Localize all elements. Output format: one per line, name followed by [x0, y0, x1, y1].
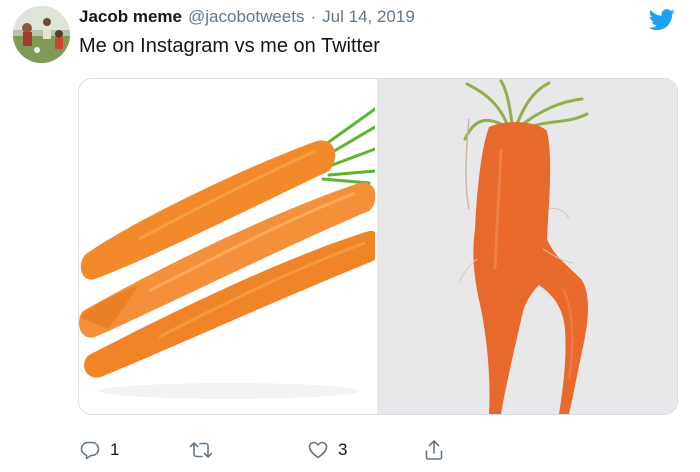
- avatar[interactable]: [13, 6, 70, 63]
- retweet-icon: [189, 440, 213, 460]
- reply-icon: [80, 440, 100, 460]
- like-button[interactable]: 3: [308, 436, 347, 464]
- tweet-date[interactable]: Jul 14, 2019: [322, 7, 415, 27]
- media-image-instagram-carrots[interactable]: [79, 79, 375, 414]
- share-icon: [424, 439, 444, 461]
- tweet-text: Me on Instagram vs me on Twitter: [79, 35, 380, 57]
- retweet-button[interactable]: [189, 436, 223, 464]
- tweet-header: Jacob meme @jacobotweets · Jul 14, 2019: [79, 7, 415, 29]
- share-button[interactable]: [424, 436, 444, 464]
- media-image-twitter-carrot[interactable]: [377, 79, 677, 414]
- reply-button[interactable]: 1: [80, 436, 119, 464]
- tweet-card: Jacob meme @jacobotweets · Jul 14, 2019 …: [0, 0, 700, 472]
- display-name[interactable]: Jacob meme: [79, 7, 182, 27]
- user-handle[interactable]: @jacobotweets: [188, 7, 305, 27]
- like-icon: [308, 440, 328, 460]
- header-separator: ·: [310, 7, 317, 26]
- tweet-media[interactable]: [78, 78, 678, 415]
- twitter-logo-icon[interactable]: [648, 9, 676, 31]
- reply-count: 1: [110, 440, 120, 459]
- tweet-actions: 1 3: [0, 436, 700, 464]
- like-count: 3: [338, 440, 348, 459]
